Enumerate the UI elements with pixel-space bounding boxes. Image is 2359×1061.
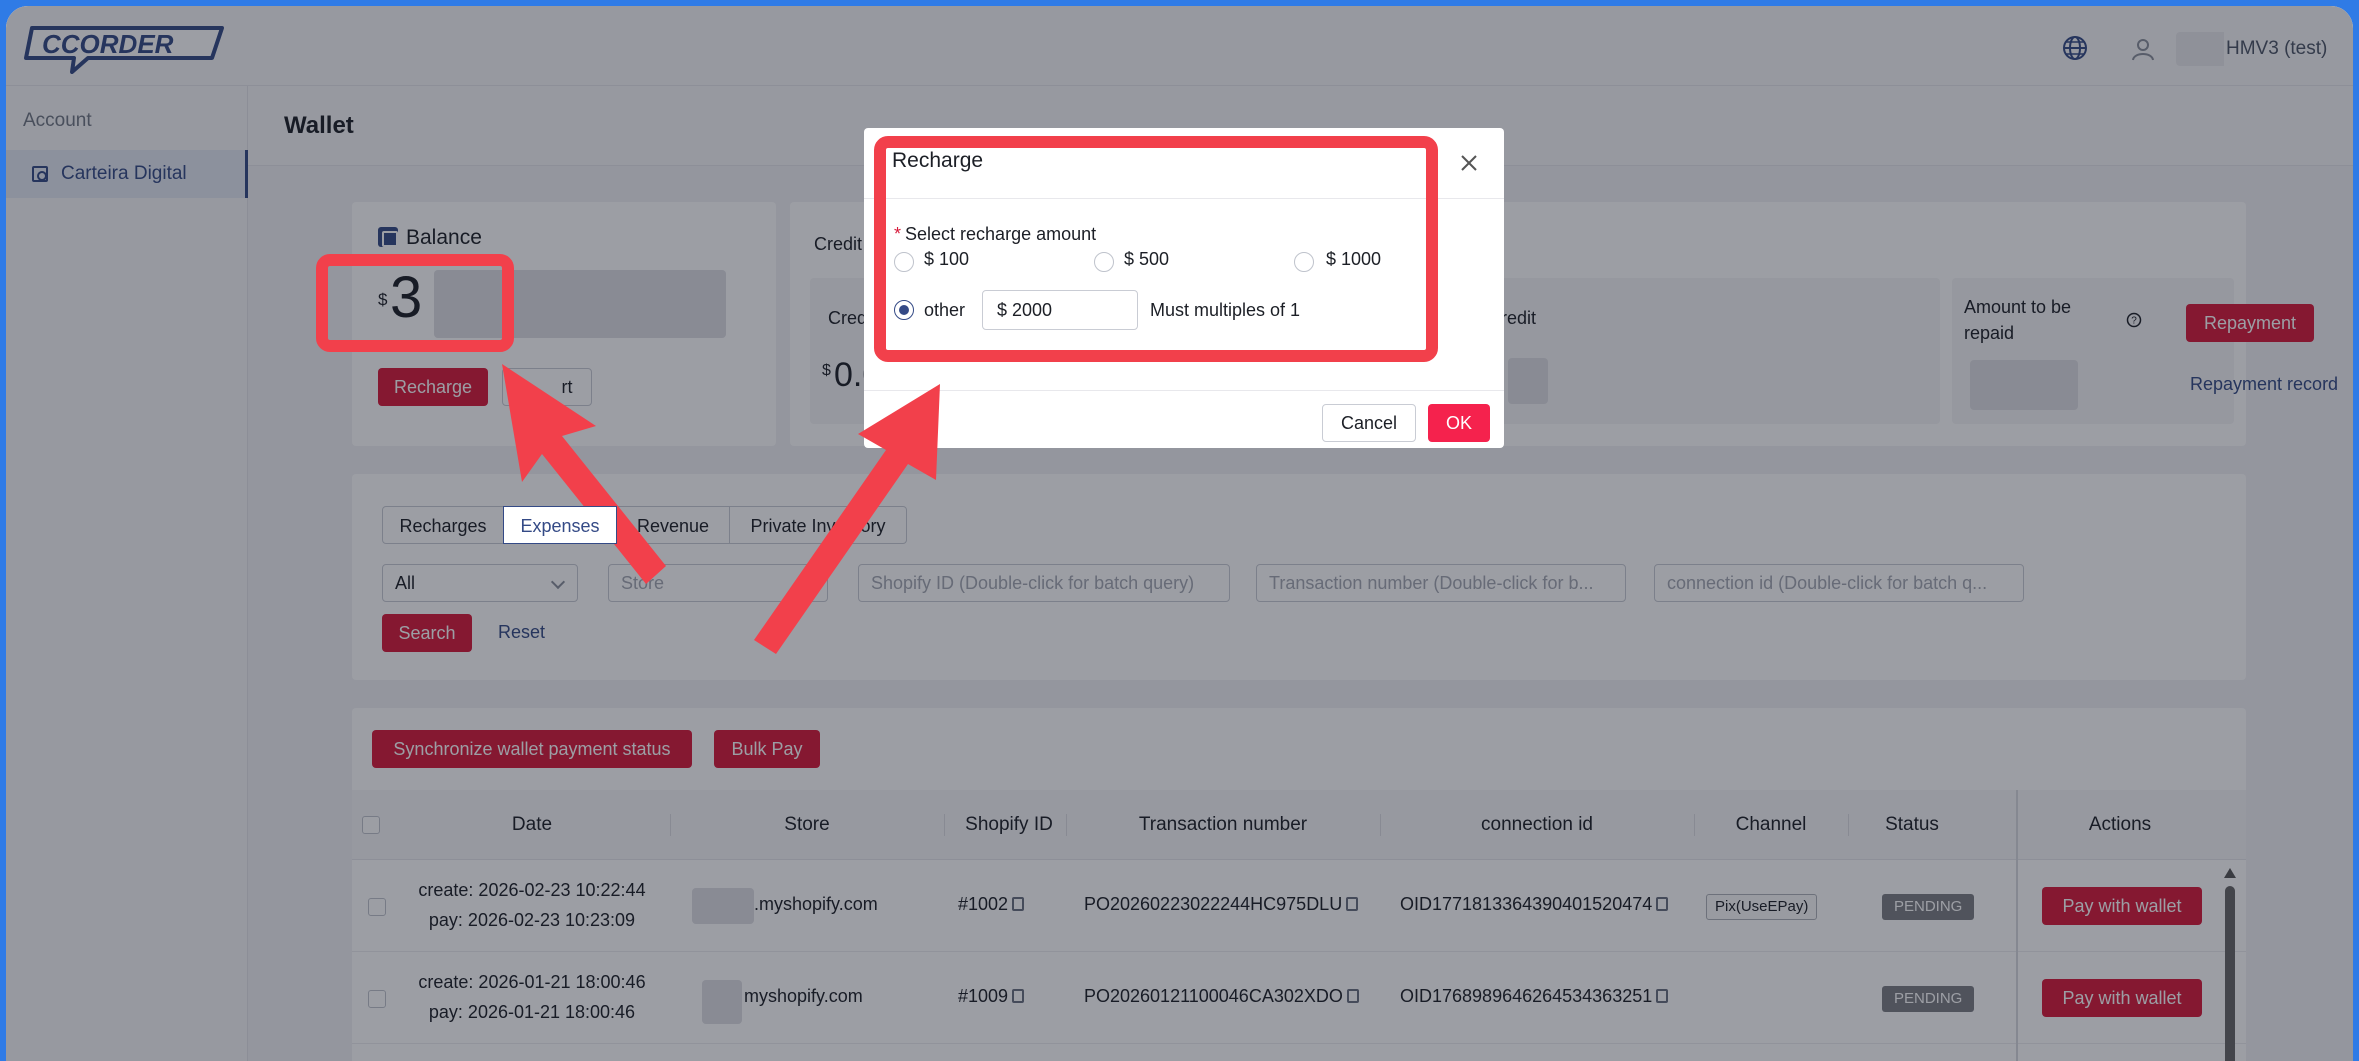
modal-footer-divider bbox=[864, 390, 1504, 391]
ok-button[interactable]: OK bbox=[1428, 404, 1490, 442]
cancel-button[interactable]: Cancel bbox=[1322, 404, 1416, 442]
close-icon[interactable] bbox=[1458, 152, 1480, 174]
highlight-modal-box bbox=[874, 136, 1438, 362]
highlight-balance-box bbox=[316, 254, 514, 352]
tab-expenses[interactable]: Expenses bbox=[503, 506, 617, 544]
app-window: CCORDER HMV3 (test) Account Carteira Dig… bbox=[6, 6, 2353, 1061]
